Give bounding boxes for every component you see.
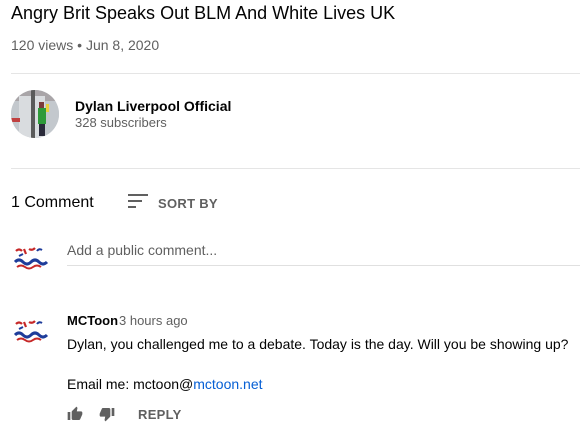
comment-email-link[interactable]: mctoon.net (193, 376, 262, 392)
channel-avatar[interactable] (11, 90, 59, 138)
sort-icon (128, 193, 148, 213)
sort-by-label: SORT BY (158, 195, 218, 211)
add-comment-input[interactable]: Add a public comment... (67, 241, 580, 266)
comment-author[interactable]: MCToon (67, 313, 118, 328)
thumbs-up-icon[interactable] (67, 406, 83, 422)
divider-top (11, 73, 580, 74)
subscriber-count: 328 subscribers (75, 115, 167, 130)
reply-button[interactable]: REPLY (138, 407, 182, 422)
current-user-avatar (11, 238, 51, 278)
video-title: Angry Brit Speaks Out BLM And White Live… (11, 3, 396, 23)
comment-text: Dylan, you challenged me to a debate. To… (67, 336, 569, 352)
divider-mid (11, 168, 580, 169)
view-count: 120 views (11, 37, 74, 53)
video-meta: 120 views • Jun 8, 2020 (11, 37, 159, 53)
comment-count: 1 Comment (11, 194, 94, 211)
comment-email-prefix: Email me: mctoon@ (67, 376, 194, 392)
comment-email-line: Email me: mctoon@mctoon.net (67, 376, 263, 392)
sort-by-button[interactable]: SORT BY (128, 193, 218, 213)
channel-name[interactable]: Dylan Liverpool Official (75, 98, 231, 114)
comment-time[interactable]: 3 hours ago (119, 313, 188, 328)
meta-separator: • (77, 37, 83, 53)
thumbs-down-icon[interactable] (99, 406, 115, 422)
upload-date: Jun 8, 2020 (85, 37, 160, 53)
comment-author-avatar[interactable] (11, 311, 51, 351)
